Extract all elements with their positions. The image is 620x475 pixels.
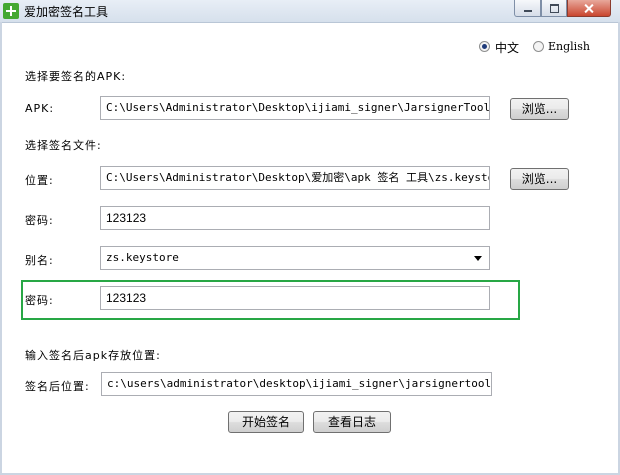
output-section-heading: 输入签名后apk存放位置: (25, 349, 161, 362)
radio-chinese-label: 中文 (495, 41, 520, 55)
title-bar: 爱加密签名工具 (0, 0, 620, 23)
alias-password-label: 密码: (25, 294, 54, 307)
keystore-location-label: 位置: (25, 174, 54, 187)
output-path-input[interactable]: c:\users\administrator\desktop\ijiami_si… (101, 372, 492, 396)
radio-chinese[interactable] (479, 41, 490, 52)
keystore-browse-button[interactable]: 浏览... (510, 168, 569, 190)
maximize-button[interactable] (541, 0, 567, 17)
close-button[interactable] (567, 0, 611, 17)
apk-section-heading: 选择要签名的APK: (25, 70, 127, 83)
keystore-password-label: 密码: (25, 214, 54, 227)
alias-label: 别名: (25, 254, 54, 267)
alias-password-input[interactable]: 123123 (100, 286, 490, 310)
chevron-down-icon[interactable] (474, 256, 482, 261)
apk-browse-button[interactable]: 浏览... (510, 98, 569, 120)
sign-section-heading: 选择签名文件: (25, 139, 102, 152)
app-icon (3, 3, 19, 19)
alias-select[interactable]: zs.keystore (100, 246, 490, 270)
start-sign-button[interactable]: 开始签名 (228, 411, 304, 433)
keystore-path-input[interactable]: C:\Users\Administrator\Desktop\爱加密\apk 签… (100, 166, 490, 190)
apk-label: APK: (25, 102, 55, 115)
output-location-label: 签名后位置: (25, 380, 90, 393)
keystore-password-input[interactable]: 123123 (100, 206, 490, 230)
view-log-button[interactable]: 查看日志 (313, 411, 391, 433)
apk-path-input[interactable]: C:\Users\Administrator\Desktop\ijiami_si… (100, 96, 490, 120)
window-title: 爱加密签名工具 (24, 5, 109, 19)
minimize-button[interactable] (514, 0, 541, 17)
window-frame-left (0, 22, 2, 475)
radio-english-label: English (548, 40, 590, 53)
alias-select-value: zs.keystore (106, 251, 179, 264)
radio-english[interactable] (533, 41, 544, 52)
